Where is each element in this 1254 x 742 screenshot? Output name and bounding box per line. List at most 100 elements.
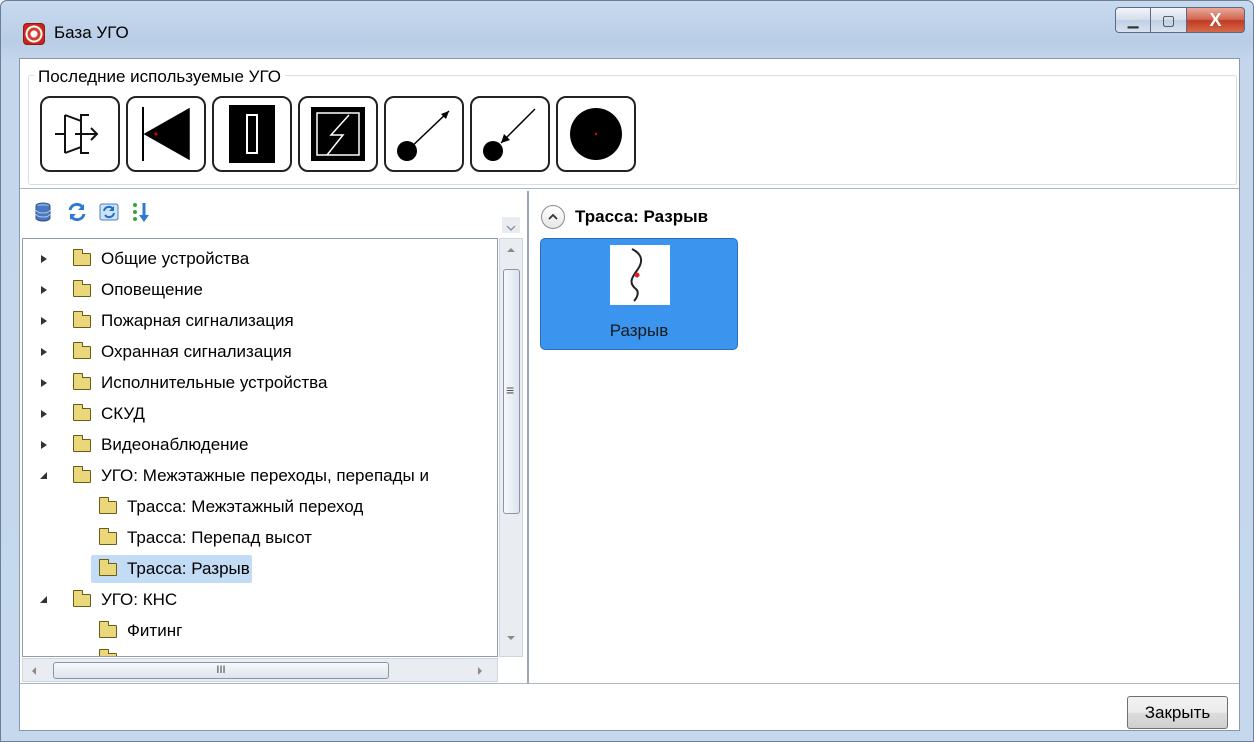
tree-item-3[interactable]: Охранная сигнализация: [39, 338, 292, 366]
tree-item-label: УГО: Межэтажные переходы, перепады и: [101, 466, 429, 485]
folder-icon: [99, 527, 117, 545]
symbol-card-label: Разрыв: [609, 321, 669, 340]
tree-item-label: Исполнительные устройства: [101, 373, 328, 392]
app-logo-icon: [23, 23, 45, 45]
recent-symbols-list: [40, 96, 636, 172]
tree-item-label: Трасса: Межэтажный переход: [127, 497, 364, 516]
symbols-group-title: Трасса: Разрыв: [575, 207, 709, 226]
close-window-button[interactable]: X: [1187, 7, 1245, 33]
minimize-icon: ▁: [1127, 11, 1139, 28]
expand-arrow-icon[interactable]: [39, 347, 49, 357]
symbols-pane: Трасса: Разрыв Разрыв: [531, 191, 1239, 683]
collapse-arrow-icon[interactable]: [39, 595, 49, 605]
close-icon: X: [1209, 9, 1222, 30]
window-title: База УГО: [54, 23, 129, 42]
scroll-up-icon[interactable]: [505, 245, 517, 255]
scroll-left-icon[interactable]: [29, 665, 39, 677]
folder-icon: [73, 434, 91, 452]
pane-resize-grip-icon[interactable]: [502, 217, 520, 233]
symbol-preview: [610, 245, 670, 305]
recent-symbols-group: Последние используемые УГО: [20, 59, 1239, 189]
tree-item-label: УГО: КНС: [101, 590, 178, 609]
tree-vertical-scrollbar[interactable]: ≡: [499, 238, 523, 657]
recent-symbol-arrow-out[interactable]: [384, 96, 464, 172]
tree-item-11[interactable]: УГО: КНС: [39, 586, 177, 614]
expand-arrow-icon[interactable]: [39, 254, 49, 264]
category-tree-pane: Общие устройства Оповещение Пожарная сиг…: [22, 191, 529, 683]
refresh-icon[interactable]: [66, 201, 88, 223]
database-icon[interactable]: [32, 201, 54, 223]
tree-item-label: Видеонаблюдение: [101, 435, 249, 454]
folder-icon: [73, 465, 91, 483]
tree-item-8[interactable]: Трасса: Межэтажный переход: [99, 493, 363, 521]
tree-item-7[interactable]: УГО: Межэтажные переходы, перепады и: [39, 462, 429, 490]
recent-symbols-label: Последние используемые УГО: [34, 67, 285, 87]
triangle-symbol-icon: [142, 107, 190, 161]
category-tree[interactable]: Общие устройства Оповещение Пожарная сиг…: [22, 238, 498, 657]
folder-icon: [73, 403, 91, 421]
door-frame-symbol-icon: [229, 105, 275, 163]
expand-arrow-icon[interactable]: [39, 285, 49, 295]
maximize-icon: ▢: [1161, 11, 1176, 28]
tree-item-2[interactable]: Пожарная сигнализация: [39, 307, 294, 335]
folder-icon: [73, 589, 91, 607]
tree-item-label: Трасса: Разрыв: [127, 559, 250, 578]
dialog-footer: Закрыть: [20, 683, 1239, 732]
folder-icon: [73, 372, 91, 390]
recent-symbol-door-exit[interactable]: [40, 96, 120, 172]
title-bar[interactable]: База УГО ▁ ▢ X: [1, 1, 1253, 56]
recent-symbol-triangle[interactable]: [126, 96, 206, 172]
caption-buttons: ▁ ▢ X: [1115, 7, 1245, 33]
scroll-down-icon[interactable]: [505, 633, 517, 643]
tree-item-5[interactable]: СКУД: [39, 400, 145, 428]
tree-item-6[interactable]: Видеонаблюдение: [39, 431, 249, 459]
tree-horizontal-scrollbar[interactable]: III: [22, 658, 498, 682]
tree-item-12[interactable]: Фитинг: [99, 617, 182, 645]
folder-icon: [73, 310, 91, 328]
door-exit-symbol-icon: [55, 114, 99, 154]
recent-symbol-arrow-in[interactable]: [470, 96, 550, 172]
folder-icon: [73, 341, 91, 359]
symbol-card-razryv[interactable]: Разрыв: [540, 238, 738, 350]
recent-symbol-lightning[interactable]: [298, 96, 378, 172]
filled-circle-symbol-icon: [570, 108, 622, 160]
expand-arrow-icon[interactable]: [39, 378, 49, 388]
folder-icon: [99, 496, 117, 514]
arrow-out-dot-symbol-icon: [397, 110, 450, 161]
tree-item-1[interactable]: Оповещение: [39, 276, 203, 304]
tree-item-4[interactable]: Исполнительные устройства: [39, 369, 327, 397]
tree-item-10-selected[interactable]: Трасса: Разрыв: [91, 555, 252, 583]
scroll-right-icon[interactable]: [475, 665, 485, 677]
tree-item-label: Оповещение: [101, 280, 203, 299]
sync-icon[interactable]: [98, 201, 120, 223]
folder-icon: [99, 620, 117, 638]
folder-icon: [73, 248, 91, 266]
tree-item-9[interactable]: Трасса: Перепад высот: [99, 524, 312, 552]
tree-item-label: Фитинг: [127, 621, 183, 640]
folder-icon: [73, 279, 91, 297]
recent-symbol-door-frame[interactable]: [212, 96, 292, 172]
app-window: База УГО ▁ ▢ X Последние используемые УГ…: [0, 0, 1254, 742]
chevron-up-icon: [548, 213, 558, 220]
tree-item-0[interactable]: Общие устройства: [39, 245, 249, 273]
expand-arrow-icon[interactable]: [39, 440, 49, 450]
expand-arrow-icon[interactable]: [39, 316, 49, 326]
expand-arrow-icon[interactable]: [39, 409, 49, 419]
group-collapse-button[interactable]: [541, 205, 565, 229]
recent-symbol-filled-circle[interactable]: [556, 96, 636, 172]
symbols-group-header[interactable]: Трасса: Разрыв: [541, 205, 708, 229]
tree-item-label: Трасса: Перепад высот: [127, 528, 312, 547]
horizontal-scroll-thumb[interactable]: III: [53, 662, 389, 679]
vertical-grip: ≡: [506, 382, 515, 398]
sort-icon[interactable]: [130, 201, 152, 223]
close-button[interactable]: Закрыть: [1127, 696, 1228, 729]
arrow-in-dot-symbol-icon: [483, 108, 536, 161]
minimize-button[interactable]: ▁: [1115, 7, 1151, 33]
maximize-button[interactable]: ▢: [1151, 7, 1187, 33]
dialog-client-area: Последние используемые УГО Общие устройс…: [19, 58, 1240, 731]
collapse-arrow-icon[interactable]: [39, 471, 49, 481]
vertical-scroll-thumb[interactable]: ≡: [503, 269, 520, 514]
tree-item-label: Пожарная сигнализация: [101, 311, 294, 330]
break-symbol-icon: [630, 248, 643, 302]
lightning-symbol-icon: [311, 107, 365, 161]
